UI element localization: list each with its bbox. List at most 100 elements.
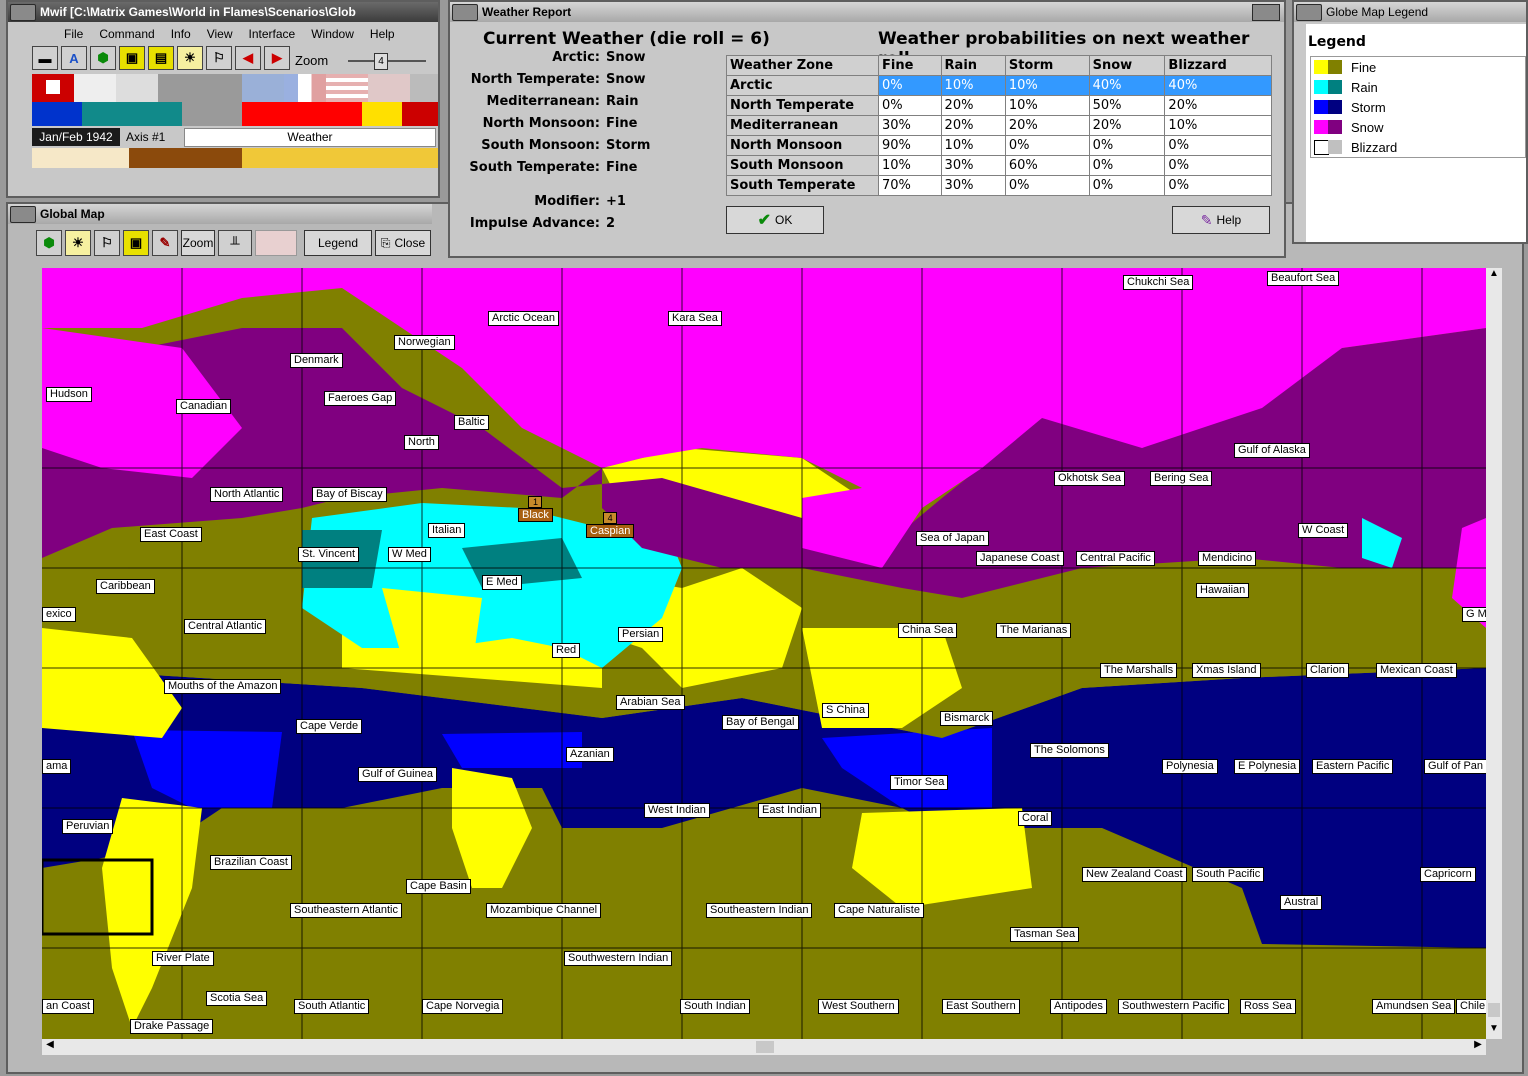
- sea-area-label[interactable]: Bay of Biscay: [312, 487, 387, 502]
- weather-report-minimize-icon[interactable]: [1252, 4, 1280, 21]
- sea-area-label[interactable]: Amundsen Sea: [1372, 999, 1456, 1014]
- sea-area-label[interactable]: Chile: [1456, 999, 1486, 1014]
- sea-area-label[interactable]: Caribbean: [96, 579, 155, 594]
- sea-area-label[interactable]: Gulf of Guinea: [358, 767, 437, 782]
- close-button[interactable]: ⎘ Close: [375, 230, 431, 256]
- japan-flag[interactable]: [116, 74, 158, 102]
- germany-flag-small[interactable]: [402, 102, 438, 126]
- weather-sun-icon[interactable]: ☀: [177, 46, 203, 70]
- sea-area-label[interactable]: S China: [822, 703, 870, 718]
- sea-area-label[interactable]: W Coast: [1298, 523, 1349, 538]
- legend-titlebar[interactable]: Globe Map Legend: [1294, 2, 1526, 22]
- hex-green-icon[interactable]: ⬢: [36, 230, 62, 256]
- sea-area-label[interactable]: Hudson: [46, 387, 92, 402]
- china-flag[interactable]: [368, 74, 410, 102]
- page-icon[interactable]: ▤: [148, 46, 174, 70]
- sea-area-label[interactable]: Timor Sea: [890, 775, 949, 790]
- flag-icon[interactable]: ⚐: [206, 46, 232, 70]
- sea-area-label[interactable]: New Zealand Coast: [1082, 867, 1187, 882]
- table-row[interactable]: Arctic 0% 10% 10% 40% 40%: [726, 75, 1272, 96]
- table-row[interactable]: North Temperate 0% 20% 10% 50% 20%: [726, 95, 1272, 116]
- sea-area-label[interactable]: Japanese Coast: [976, 551, 1064, 566]
- zoom-button[interactable]: Zoom: [181, 230, 215, 256]
- sea-area-label[interactable]: Xmas Island: [1192, 663, 1261, 678]
- pencil-icon[interactable]: ✎: [152, 230, 178, 256]
- sea-area-label[interactable]: Arabian Sea: [616, 695, 685, 710]
- color-swatch[interactable]: [255, 230, 297, 256]
- caspian-sea-marker[interactable]: 4 Caspian: [586, 512, 635, 538]
- unit-icon[interactable]: ▣: [119, 46, 145, 70]
- zoom-slider[interactable]: 4: [348, 53, 426, 70]
- sea-area-label[interactable]: Mouths of the Amazon: [164, 679, 282, 694]
- ok-button[interactable]: ✔ OK: [726, 206, 824, 234]
- header-snow[interactable]: Snow: [1088, 55, 1166, 76]
- main-window-titlebar[interactable]: Mwif [C:\Matrix Games\World in Flames\Sc…: [8, 2, 438, 22]
- world-map[interactable]: 1 Black 4 Caspian Chukchi Sea Beaufort Se…: [42, 268, 1486, 1039]
- sea-area-label[interactable]: Southwestern Pacific: [1118, 999, 1229, 1014]
- sea-area-label[interactable]: Faeroes Gap: [324, 391, 397, 406]
- sea-area-label[interactable]: St. Vincent: [298, 547, 359, 562]
- header-storm[interactable]: Storm: [1004, 55, 1090, 76]
- sea-area-label[interactable]: Hawaiian: [1196, 583, 1250, 598]
- sea-area-label[interactable]: Drake Passage: [130, 1019, 214, 1034]
- sea-area-label[interactable]: Norwegian: [394, 335, 455, 350]
- menu-file[interactable]: File: [56, 24, 91, 44]
- menu-info[interactable]: Info: [163, 24, 199, 44]
- sea-area-label[interactable]: Cape Norvegia: [422, 999, 504, 1014]
- hex-icon[interactable]: ⬢: [90, 46, 116, 70]
- sea-area-label[interactable]: Coral: [1018, 811, 1053, 826]
- scroll-right-icon[interactable]: ▶: [1470, 1039, 1486, 1055]
- sea-area-label[interactable]: Eastern Pacific: [1312, 759, 1394, 774]
- sea-area-label[interactable]: W Med: [388, 547, 431, 562]
- sea-area-label[interactable]: Southwestern Indian: [564, 951, 673, 966]
- sea-area-label[interactable]: East Southern: [942, 999, 1020, 1014]
- tank-icon[interactable]: ▬: [32, 46, 58, 70]
- sea-area-label[interactable]: The Solomons: [1030, 743, 1109, 758]
- sea-area-label[interactable]: The Marshalls: [1100, 663, 1178, 678]
- sea-area-label[interactable]: Okhotsk Sea: [1054, 471, 1125, 486]
- sea-area-label[interactable]: North: [404, 435, 439, 450]
- horizontal-scroll-thumb[interactable]: [756, 1041, 774, 1053]
- menu-command[interactable]: Command: [91, 24, 162, 44]
- sea-area-label[interactable]: Cape Basin: [406, 879, 471, 894]
- black-sea-marker[interactable]: 1 Black: [518, 496, 553, 522]
- horizontal-scrollbar[interactable]: ◀ ▶: [42, 1039, 1486, 1055]
- france-flag[interactable]: [284, 74, 326, 102]
- sea-area-label[interactable]: Central Pacific: [1076, 551, 1155, 566]
- header-weather-zone[interactable]: Weather Zone: [726, 55, 879, 76]
- usa-flag[interactable]: [326, 74, 368, 102]
- sea-area-label[interactable]: Canadian: [176, 399, 232, 414]
- sea-area-label[interactable]: Mendicino: [1198, 551, 1257, 566]
- sea-area-label[interactable]: Italian: [428, 523, 466, 538]
- sea-area-label[interactable]: Austral: [1280, 895, 1323, 910]
- weather-report-titlebar[interactable]: Weather Report: [450, 2, 1284, 22]
- menu-window[interactable]: Window: [303, 24, 362, 44]
- header-blizzard[interactable]: Blizzard: [1164, 55, 1272, 76]
- sea-area-label[interactable]: West Southern: [818, 999, 899, 1014]
- sea-area-label[interactable]: Bay of Bengal: [722, 715, 799, 730]
- sea-area-label[interactable]: Denmark: [290, 353, 343, 368]
- scroll-left-icon[interactable]: ◀: [42, 1039, 58, 1055]
- sea-area-label[interactable]: River Plate: [152, 951, 214, 966]
- sea-area-label[interactable]: West Indian: [644, 803, 710, 818]
- unit-box-icon[interactable]: ▣: [123, 230, 149, 256]
- legend-system-icon[interactable]: [1296, 4, 1322, 21]
- table-row[interactable]: North Monsoon 90% 10% 0% 0% 0%: [726, 135, 1272, 156]
- germany-flag[interactable]: [32, 74, 74, 102]
- sea-area-label[interactable]: exico: [42, 607, 76, 622]
- sea-area-label[interactable]: Azanian: [566, 747, 614, 762]
- sea-area-label[interactable]: Sea of Japan: [916, 531, 989, 546]
- vertical-scroll-thumb[interactable]: [1488, 1003, 1500, 1017]
- sea-area-label[interactable]: Peruvian: [62, 819, 114, 834]
- sea-area-label[interactable]: Cape Naturaliste: [834, 903, 924, 918]
- sea-area-label[interactable]: East Indian: [758, 803, 822, 818]
- sea-area-label[interactable]: Persian: [618, 627, 664, 642]
- sea-area-label[interactable]: Chukchi Sea: [1123, 275, 1194, 290]
- sea-area-label[interactable]: Capricorn: [1420, 867, 1476, 882]
- weather-report-system-icon[interactable]: [452, 4, 478, 21]
- sea-area-label[interactable]: Kara Sea: [668, 311, 722, 326]
- sun-icon[interactable]: ☀: [65, 230, 91, 256]
- table-row[interactable]: South Monsoon 10% 30% 60% 0% 0%: [726, 155, 1272, 176]
- system-menu-icon[interactable]: [10, 4, 36, 21]
- sea-area-label[interactable]: Baltic: [454, 415, 489, 430]
